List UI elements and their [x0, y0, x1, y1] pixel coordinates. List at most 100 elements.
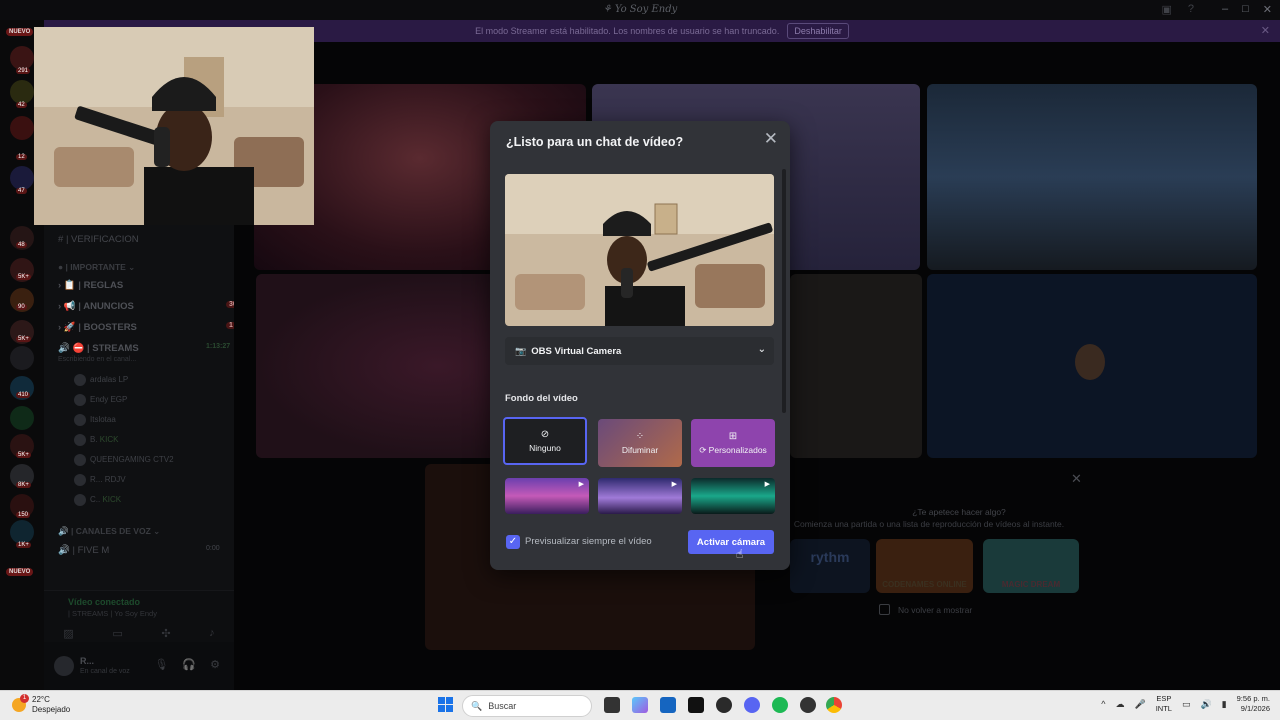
voice-member[interactable]: Endy EGP — [74, 394, 127, 406]
weather-widget[interactable]: 1 22°C Despejado — [12, 694, 71, 715]
titlebar-tools: ▣ ? — [1161, 3, 1194, 16]
activity-card[interactable]: CODENAMES ONLINE — [876, 539, 973, 593]
channel-verificacion[interactable]: # | VERIFICACION — [58, 234, 139, 245]
voice-member[interactable]: ardalas LP — [74, 374, 128, 386]
app-icon[interactable] — [800, 697, 816, 713]
onedrive-icon[interactable]: ☁ — [1115, 699, 1124, 710]
video-tile[interactable] — [927, 84, 1257, 270]
volume-icon[interactable]: 🔊 — [1200, 699, 1211, 710]
mention-badge: 12 — [16, 154, 27, 160]
task-view-icon[interactable] — [604, 697, 620, 713]
minimize-button[interactable]: – — [1222, 3, 1228, 16]
close-icon[interactable]: ✕ — [764, 129, 778, 149]
screen-share-icon[interactable]: ▭ — [112, 627, 122, 640]
dont-show-again[interactable]: No volver a mostrar — [879, 604, 972, 615]
server-icon[interactable] — [10, 406, 34, 430]
camera-select[interactable]: 📷 OBS Virtual Camera ⌄ — [505, 337, 774, 365]
taskbar: 1 22°C Despejado 🔍 Buscar ^ ☁ 🎤 ESP INTL… — [0, 690, 1280, 720]
always-preview-checkbox[interactable]: ✓ — [506, 535, 520, 549]
activate-camera-button[interactable]: Activar cámara — [688, 530, 774, 554]
store-icon[interactable] — [660, 697, 676, 713]
language-indicator[interactable]: ESP INTL — [1156, 694, 1172, 714]
background-custom-option[interactable]: ⊞ ⟳ Personalizados — [691, 419, 775, 467]
network-icon[interactable]: ▭ — [1182, 699, 1191, 710]
modal-scrollbar[interactable] — [782, 169, 786, 413]
voice-member[interactable]: R... RDJV — [74, 474, 126, 486]
microphone-icon[interactable]: 🎙 — [154, 658, 168, 671]
avatar — [74, 494, 86, 506]
streams-subtitle: Escribiendo en el canal... — [58, 356, 137, 363]
background-none-option[interactable]: ⊘ Ninguno — [503, 417, 587, 465]
background-preset[interactable]: ▶ — [505, 478, 589, 514]
voice-member[interactable]: Itslotaa — [74, 414, 116, 426]
background-preset[interactable]: ▶ — [691, 478, 775, 514]
category-importante[interactable]: ● | IMPORTANTE ⌄ — [58, 262, 135, 273]
channel-streams[interactable]: 🔊 ⛔ | STREAMS 1:13:27 — [58, 343, 230, 354]
avatar — [74, 454, 86, 466]
avatar — [74, 434, 86, 446]
clock[interactable]: 9:56 p. m. 9/1/2026 — [1237, 694, 1270, 714]
activity-card[interactable]: MAGIC DREAM — [983, 539, 1079, 593]
copilot-icon[interactable] — [632, 697, 648, 713]
weather-temp: 22°C — [32, 695, 50, 704]
obs-icon[interactable] — [716, 697, 732, 713]
chevron-down-icon: ⌄ — [757, 344, 766, 355]
battery-icon[interactable]: ▮ — [1222, 699, 1227, 710]
mic-icon[interactable]: 🎤 — [1134, 699, 1145, 710]
camera-off-icon[interactable]: ▨ — [63, 627, 73, 640]
server-icon[interactable] — [10, 346, 34, 370]
always-preview-label: Previsualizar siempre el vídeo — [525, 536, 652, 547]
taskbar-search[interactable]: 🔍 Buscar — [462, 695, 592, 717]
channel-reglas[interactable]: › 📋 | REGLAS — [58, 280, 123, 291]
video-tile[interactable] — [790, 274, 922, 458]
avatar — [74, 374, 86, 386]
mention-badge: 1K+ — [16, 542, 31, 548]
activity-card[interactable]: rythm — [790, 539, 870, 593]
tray-chevron-icon[interactable]: ^ — [1101, 699, 1105, 709]
server-icon[interactable] — [10, 80, 34, 104]
mention-badge: 8K+ — [16, 482, 31, 488]
inbox-icon[interactable]: ▣ — [1161, 3, 1171, 16]
weather-sun-icon: 1 — [12, 694, 29, 712]
activity-close-icon[interactable]: ✕ — [1071, 471, 1082, 487]
channel-anuncios[interactable]: › 📢 | ANUNCIOS 30 — [58, 301, 240, 312]
voice-member[interactable]: B. KICK — [74, 434, 118, 446]
disable-streamer-button[interactable]: Deshabilitar — [787, 23, 849, 39]
activity-subtitle: Comienza una partida o una lista de repr… — [793, 519, 1065, 529]
user-panel: R... En canal de voz 🎙 🎧 ⚙ — [44, 642, 234, 690]
chrome-icon[interactable] — [826, 697, 842, 713]
server-icon[interactable] — [10, 166, 34, 190]
banner-close-icon[interactable]: ✕ — [1261, 24, 1270, 37]
server-icon[interactable] — [10, 46, 34, 70]
modal-title: ¿Listo para un chat de vídeo? — [506, 135, 684, 149]
category-canales-de-voz[interactable]: 🔊 | CANALES DE VOZ ⌄ — [58, 526, 160, 537]
avatar[interactable] — [54, 656, 74, 676]
soundboard-icon[interactable]: ♪ — [209, 627, 215, 640]
background-blur-option[interactable]: ⁘ Difuminar — [598, 419, 682, 467]
voice-member[interactable]: C.. KICK — [74, 494, 121, 506]
search-icon: 🔍 — [471, 700, 483, 711]
channel-boosters[interactable]: › 🚀 | BOOSTERS 1 — [58, 322, 236, 333]
play-icon: ▶ — [671, 481, 677, 488]
channel-five-m[interactable]: 🔊 | FIVE M 0:00 — [58, 545, 220, 556]
voice-member[interactable]: QUEENGAMING CTV2 — [74, 454, 174, 466]
headphones-icon[interactable]: 🎧 — [182, 658, 196, 671]
activities-icon[interactable]: ✣ — [161, 627, 170, 640]
server-icon[interactable] — [10, 520, 34, 544]
background-preset[interactable]: ▶ — [598, 478, 682, 514]
mention-badge: 5K+ — [16, 452, 31, 458]
settings-icon[interactable]: ⚙ — [210, 658, 220, 671]
discord-icon[interactable] — [744, 697, 760, 713]
start-button[interactable] — [438, 697, 453, 712]
video-tile[interactable] — [927, 274, 1257, 458]
spotify-icon[interactable] — [772, 697, 788, 713]
capcut-icon[interactable] — [688, 697, 704, 713]
avatar — [1075, 344, 1105, 380]
help-icon[interactable]: ? — [1188, 3, 1194, 16]
new-badge: NUEVO — [6, 568, 34, 576]
server-icon[interactable] — [10, 116, 34, 140]
weather-desc: Despejado — [32, 705, 71, 714]
maximize-button[interactable]: □ — [1242, 3, 1249, 16]
checkbox[interactable] — [879, 604, 890, 615]
close-window-button[interactable]: ✕ — [1263, 3, 1272, 16]
